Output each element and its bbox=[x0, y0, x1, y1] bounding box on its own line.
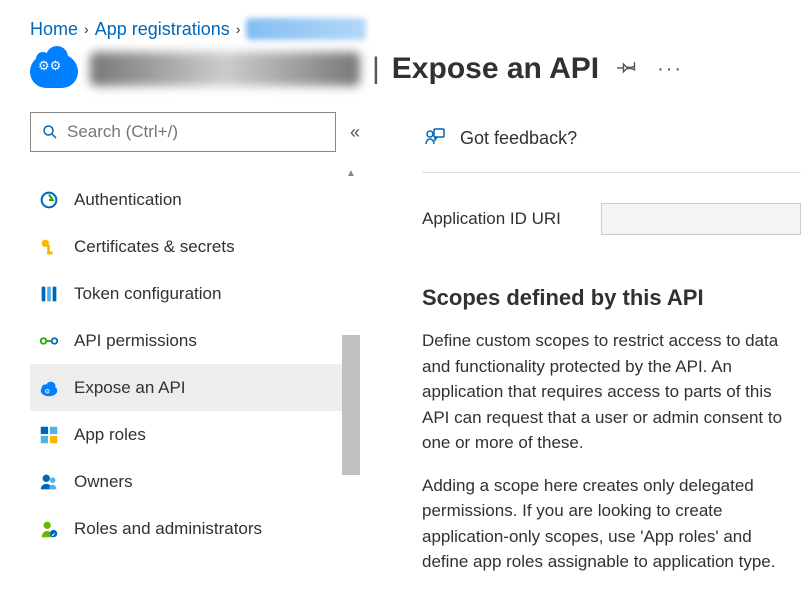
sidebar-scrollbar[interactable]: ▲ bbox=[342, 166, 360, 575]
scroll-up-icon[interactable]: ▲ bbox=[346, 168, 356, 179]
breadcrumb-home-link[interactable]: Home bbox=[30, 19, 78, 40]
chevron-right-icon: › bbox=[236, 21, 241, 37]
sidebar-item-token-config[interactable]: Token configuration bbox=[30, 270, 342, 317]
feedback-icon bbox=[422, 126, 446, 150]
sidebar-item-label: Expose an API bbox=[74, 378, 186, 398]
sidebar-item-expose-api[interactable]: ⚙ Expose an API bbox=[30, 364, 342, 411]
sidebar-nav: Authentication Certificates & secrets To… bbox=[30, 166, 342, 575]
sidebar-item-label: Token configuration bbox=[74, 284, 221, 304]
more-menu-icon[interactable]: ··· bbox=[657, 58, 683, 81]
title-separator: | bbox=[372, 52, 380, 86]
sidebar-item-label: App roles bbox=[74, 425, 146, 445]
search-box[interactable] bbox=[30, 112, 336, 152]
api-permissions-icon bbox=[38, 330, 60, 352]
chevron-double-left-icon[interactable]: « bbox=[350, 122, 360, 143]
breadcrumb-app-registrations-link[interactable]: App registrations bbox=[95, 19, 230, 40]
sidebar-item-label: Owners bbox=[74, 472, 133, 492]
scopes-description-2: Adding a scope here creates only delegat… bbox=[422, 473, 801, 576]
owners-icon bbox=[38, 471, 60, 493]
breadcrumb: Home › App registrations › bbox=[0, 0, 801, 44]
application-id-uri-label: Application ID URI bbox=[422, 209, 561, 229]
page-title: Expose an API bbox=[392, 52, 599, 86]
svg-text:⚙: ⚙ bbox=[44, 388, 50, 395]
sidebar-item-authentication[interactable]: Authentication bbox=[30, 176, 342, 223]
app-cloud-icon: ⚙⚙ bbox=[30, 54, 78, 88]
sidebar-item-api-permissions[interactable]: API permissions bbox=[30, 317, 342, 364]
roles-admins-icon: ✔ bbox=[38, 518, 60, 540]
page-header: ⚙⚙ | Expose an API ··· bbox=[0, 44, 801, 112]
pin-icon[interactable] bbox=[617, 55, 639, 83]
app-roles-icon bbox=[38, 424, 60, 446]
chevron-right-icon: › bbox=[84, 21, 89, 37]
breadcrumb-app-name-redacted bbox=[246, 18, 366, 40]
sidebar-item-app-roles[interactable]: App roles bbox=[30, 411, 342, 458]
search-input[interactable] bbox=[65, 121, 325, 143]
key-icon bbox=[38, 236, 60, 258]
cloud-icon: ⚙ bbox=[38, 377, 60, 399]
application-id-uri-input[interactable] bbox=[601, 203, 801, 235]
sidebar: « Authentication Certificates & secrets bbox=[0, 112, 372, 575]
sidebar-item-roles-admins[interactable]: ✔ Roles and administrators bbox=[30, 505, 342, 552]
sidebar-item-label: Certificates & secrets bbox=[74, 237, 235, 257]
authentication-icon bbox=[38, 189, 60, 211]
scopes-heading: Scopes defined by this API bbox=[422, 285, 801, 311]
sidebar-item-label: Roles and administrators bbox=[74, 519, 262, 539]
token-icon bbox=[38, 283, 60, 305]
sidebar-item-certificates[interactable]: Certificates & secrets bbox=[30, 223, 342, 270]
scopes-description-1: Define custom scopes to restrict access … bbox=[422, 328, 801, 456]
search-icon bbox=[41, 123, 59, 141]
scroll-thumb[interactable] bbox=[342, 335, 360, 475]
application-id-uri-row: Application ID URI bbox=[422, 203, 801, 235]
feedback-link[interactable]: Got feedback? bbox=[422, 116, 801, 172]
sidebar-item-label: Authentication bbox=[74, 190, 182, 210]
app-name-redacted bbox=[90, 52, 360, 86]
divider bbox=[422, 172, 801, 173]
sidebar-item-owners[interactable]: Owners bbox=[30, 458, 342, 505]
feedback-label: Got feedback? bbox=[460, 128, 577, 149]
main-content: Got feedback? Application ID URI Scopes … bbox=[372, 112, 801, 575]
sidebar-item-label: API permissions bbox=[74, 331, 197, 351]
svg-text:✔: ✔ bbox=[51, 532, 56, 538]
